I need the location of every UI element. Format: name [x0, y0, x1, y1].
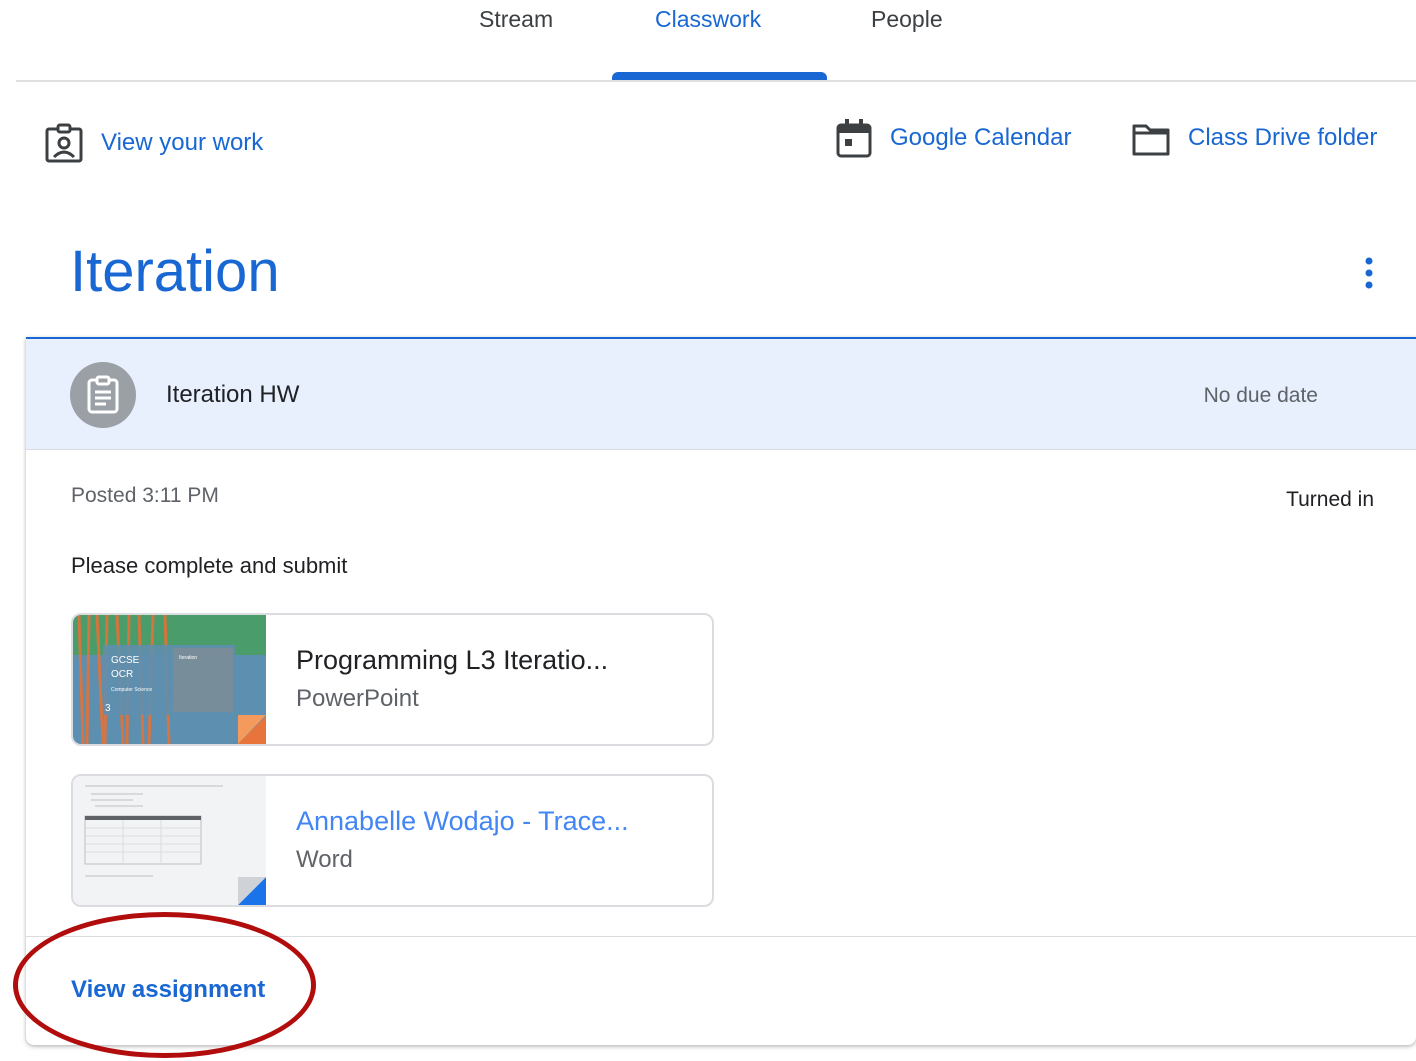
assignment-instructions: Please complete and submit — [71, 553, 348, 578]
posted-time: Posted 3:11 PM — [71, 484, 219, 507]
google-calendar-label: Google Calendar — [890, 124, 1072, 151]
topic-more-button[interactable] — [1352, 254, 1386, 294]
view-your-work-button[interactable]: View your work — [45, 123, 263, 163]
assignment-ind-icon — [45, 123, 83, 163]
submission-status: Turned in — [1286, 488, 1374, 511]
attachment-type: PowerPoint — [296, 685, 419, 712]
assignment-header[interactable]: Iteration HW No due date — [26, 339, 1416, 450]
folder-icon — [1132, 118, 1170, 158]
google-calendar-button[interactable]: Google Calendar — [836, 118, 1071, 158]
due-date: No due date — [1203, 384, 1318, 407]
card-divider — [26, 936, 1416, 937]
thumb-gcse: GCSE — [111, 655, 140, 666]
attachment-name: Annabelle Wodajo - Trace... — [296, 806, 629, 836]
tab-people[interactable]: People — [871, 6, 943, 33]
thumb-ocr: OCR — [111, 669, 133, 680]
assignment-card: Iteration HW No due date Posted 3:11 PM … — [26, 337, 1416, 1045]
attachment-word[interactable]: Annabelle Wodajo - Trace... Word — [71, 774, 714, 907]
calendar-icon — [836, 118, 872, 158]
attachment-type: Word — [296, 846, 353, 873]
tab-divider — [16, 80, 1416, 82]
attachment-name: Programming L3 Iteratio... — [296, 645, 609, 675]
view-your-work-label: View your work — [101, 129, 264, 156]
tab-classwork[interactable]: Classwork — [655, 6, 761, 33]
more-vert-icon — [1352, 257, 1386, 298]
view-assignment-link[interactable]: View assignment — [71, 976, 265, 1004]
powerpoint-thumbnail: GCSE OCR Computer Science 3 Iteration — [73, 615, 266, 744]
class-drive-folder-label: Class Drive folder — [1188, 124, 1378, 151]
topic-title: Iteration — [70, 239, 280, 304]
thumb-subject: Computer Science — [111, 687, 152, 693]
attachment-powerpoint[interactable]: GCSE OCR Computer Science 3 Iteration Pr… — [71, 613, 714, 746]
word-thumbnail — [73, 776, 266, 905]
class-drive-folder-button[interactable]: Class Drive folder — [1132, 118, 1377, 158]
tab-stream[interactable]: Stream — [479, 6, 553, 33]
assignment-icon — [70, 362, 136, 428]
thumb-number: 3 — [105, 703, 111, 714]
thumb-topic: Iteration — [179, 655, 197, 661]
tab-bar: Stream Classwork People — [0, 0, 1416, 82]
assignment-title: Iteration HW — [166, 381, 300, 408]
